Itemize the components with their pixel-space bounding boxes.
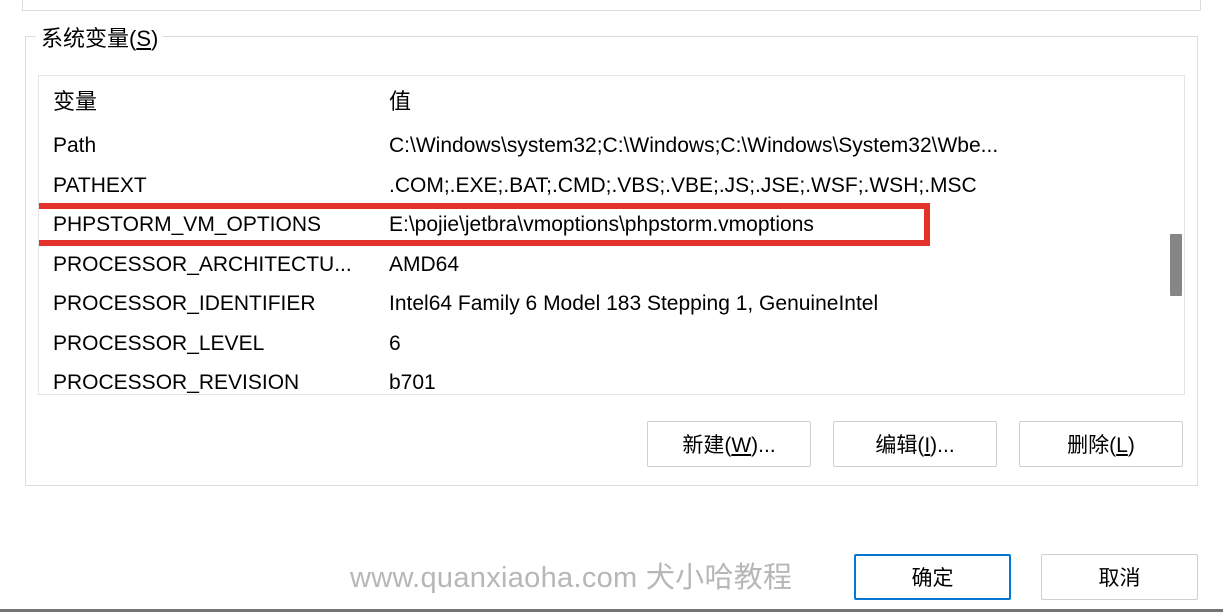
scroll-thumb[interactable] [1170,234,1182,296]
upper-panel-edge [22,0,1201,11]
delete-button[interactable]: 删除(L) [1019,421,1183,467]
row-variable-value: C:\Windows\system32;C:\Windows;C:\Window… [389,130,1170,163]
group-title-prefix: 系统变量( [41,26,136,51]
row-variable-name: Path [53,130,389,163]
list-header[interactable]: 变量 值 [39,76,1184,126]
system-buttons-row: 新建(W)... 编辑(I)... 删除(L) [38,421,1185,467]
table-row[interactable]: PROCESSOR_IDENTIFIERIntel64 Family 6 Mod… [39,284,1184,324]
table-row[interactable]: PROCESSOR_ARCHITECTU...AMD64 [39,245,1184,285]
edit-button[interactable]: 编辑(I)... [833,421,997,467]
watermark-text: www.quanxiaoha.com 犬小哈教程 [350,554,792,596]
row-variable-value: b701 [389,367,1170,395]
scrollbar[interactable] [1159,76,1184,394]
header-variable[interactable]: 变量 [53,84,389,116]
row-variable-name: PROCESSOR_IDENTIFIER [53,288,389,321]
row-variable-name: PHPSTORM_VM_OPTIONS [53,209,389,242]
row-variable-value: Intel64 Family 6 Model 183 Stepping 1, G… [389,288,1170,321]
row-variable-name: PROCESSOR_ARCHITECTU... [53,249,389,282]
table-row[interactable]: PHPSTORM_VM_OPTIONSE:\pojie\jetbra\vmopt… [39,205,1184,245]
row-variable-name: PROCESSOR_REVISION [53,367,389,395]
variables-list[interactable]: 变量 值 PathC:\Windows\system32;C:\Windows;… [38,75,1185,395]
new-button[interactable]: 新建(W)... [647,421,811,467]
cancel-button[interactable]: 取消 [1041,554,1198,600]
group-title-suffix: ) [151,26,158,51]
table-row[interactable]: PROCESSOR_LEVEL6 [39,324,1184,364]
table-row[interactable]: PATHEXT.COM;.EXE;.BAT;.CMD;.VBS;.VBE;.JS… [39,166,1184,206]
dialog-buttons: 确定 取消 [854,554,1198,600]
row-variable-value: 6 [389,328,1170,361]
ok-button[interactable]: 确定 [854,554,1011,600]
row-variable-value: E:\pojie\jetbra\vmoptions\phpstorm.vmopt… [389,209,1170,242]
row-variable-name: PROCESSOR_LEVEL [53,328,389,361]
header-value[interactable]: 值 [389,84,1170,116]
row-variable-value: .COM;.EXE;.BAT;.CMD;.VBS;.VBE;.JS;.JSE;.… [389,170,1170,203]
group-title-hotkey: S [136,26,151,51]
table-row[interactable]: PROCESSOR_REVISIONb701 [39,363,1184,395]
row-variable-name: PATHEXT [53,170,389,203]
system-variables-group: 系统变量(S) 变量 值 PathC:\Windows\system32;C:\… [25,36,1198,486]
row-variable-value: AMD64 [389,249,1170,282]
list-body: PathC:\Windows\system32;C:\Windows;C:\Wi… [39,126,1184,395]
table-row[interactable]: PathC:\Windows\system32;C:\Windows;C:\Wi… [39,126,1184,166]
group-title: 系统变量(S) [36,21,163,53]
